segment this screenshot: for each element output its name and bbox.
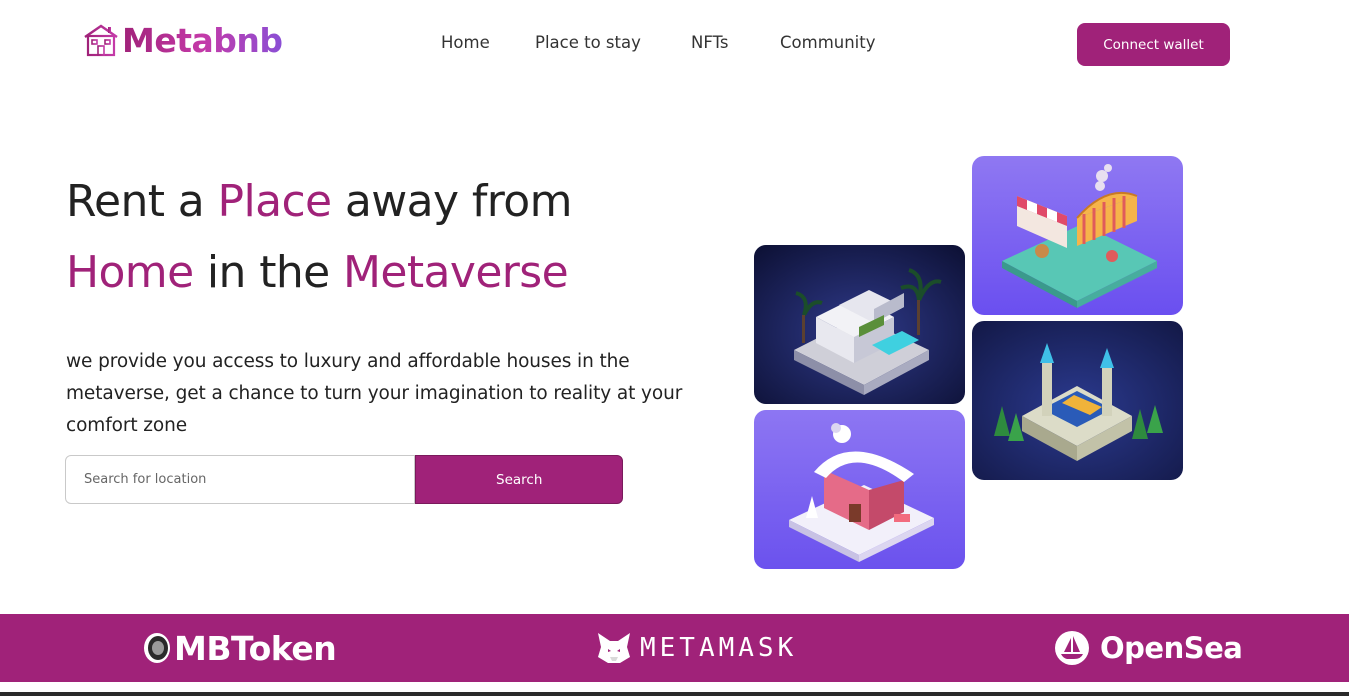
hero-title-part2: away from — [331, 176, 573, 227]
hero-title-part3: in the — [193, 247, 344, 298]
hero-description: we provide you access to luxury and affo… — [66, 351, 683, 436]
partner-opensea: OpenSea — [1054, 614, 1243, 682]
hero-title-accent-place: Place — [217, 176, 333, 227]
mbtoken-icon — [144, 633, 170, 663]
hero-title-accent-home: Home — [66, 247, 194, 298]
fox-icon — [598, 633, 630, 663]
house-icon — [84, 24, 118, 57]
partner-metamask: METAMASK — [596, 614, 797, 682]
connect-wallet-button[interactable]: Connect wallet — [1077, 23, 1230, 66]
search-bar: Search — [65, 455, 623, 504]
brand-logo[interactable]: Metabnb — [82, 20, 283, 60]
partner-opensea-label: OpenSea — [1100, 631, 1243, 665]
nav-link-home[interactable]: Home — [441, 33, 490, 52]
villa-image — [754, 245, 965, 404]
nav-link-community[interactable]: Community — [780, 33, 876, 52]
boat-icon — [1055, 631, 1089, 665]
partner-mbtoken-label: MBToken — [174, 628, 337, 668]
nav-link-nfts[interactable]: NFTs — [691, 33, 729, 52]
nav-link-place-to-stay[interactable]: Place to stay — [535, 33, 641, 52]
partners-bar: MBToken METAMASK OpenSea — [0, 614, 1349, 682]
snow-house-image — [754, 410, 965, 569]
search-button[interactable]: Search — [415, 455, 623, 504]
brand-name: Metabnb — [122, 20, 283, 60]
castle-image — [972, 321, 1183, 480]
search-location-input[interactable] — [65, 455, 416, 504]
hero-title-accent-metaverse: Metaverse — [343, 247, 569, 298]
market-stall-image — [972, 156, 1183, 315]
partner-metamask-label: METAMASK — [640, 633, 798, 663]
hero-title: Rent a Place away from Home in the Metav… — [66, 166, 706, 308]
top-navbar: Metabnb Home Place to stay NFTs Communit… — [0, 0, 1349, 86]
page-bottom-edge — [0, 692, 1349, 696]
hero-title-part1: Rent a — [66, 176, 218, 227]
partner-mbtoken: MBToken — [142, 614, 337, 682]
